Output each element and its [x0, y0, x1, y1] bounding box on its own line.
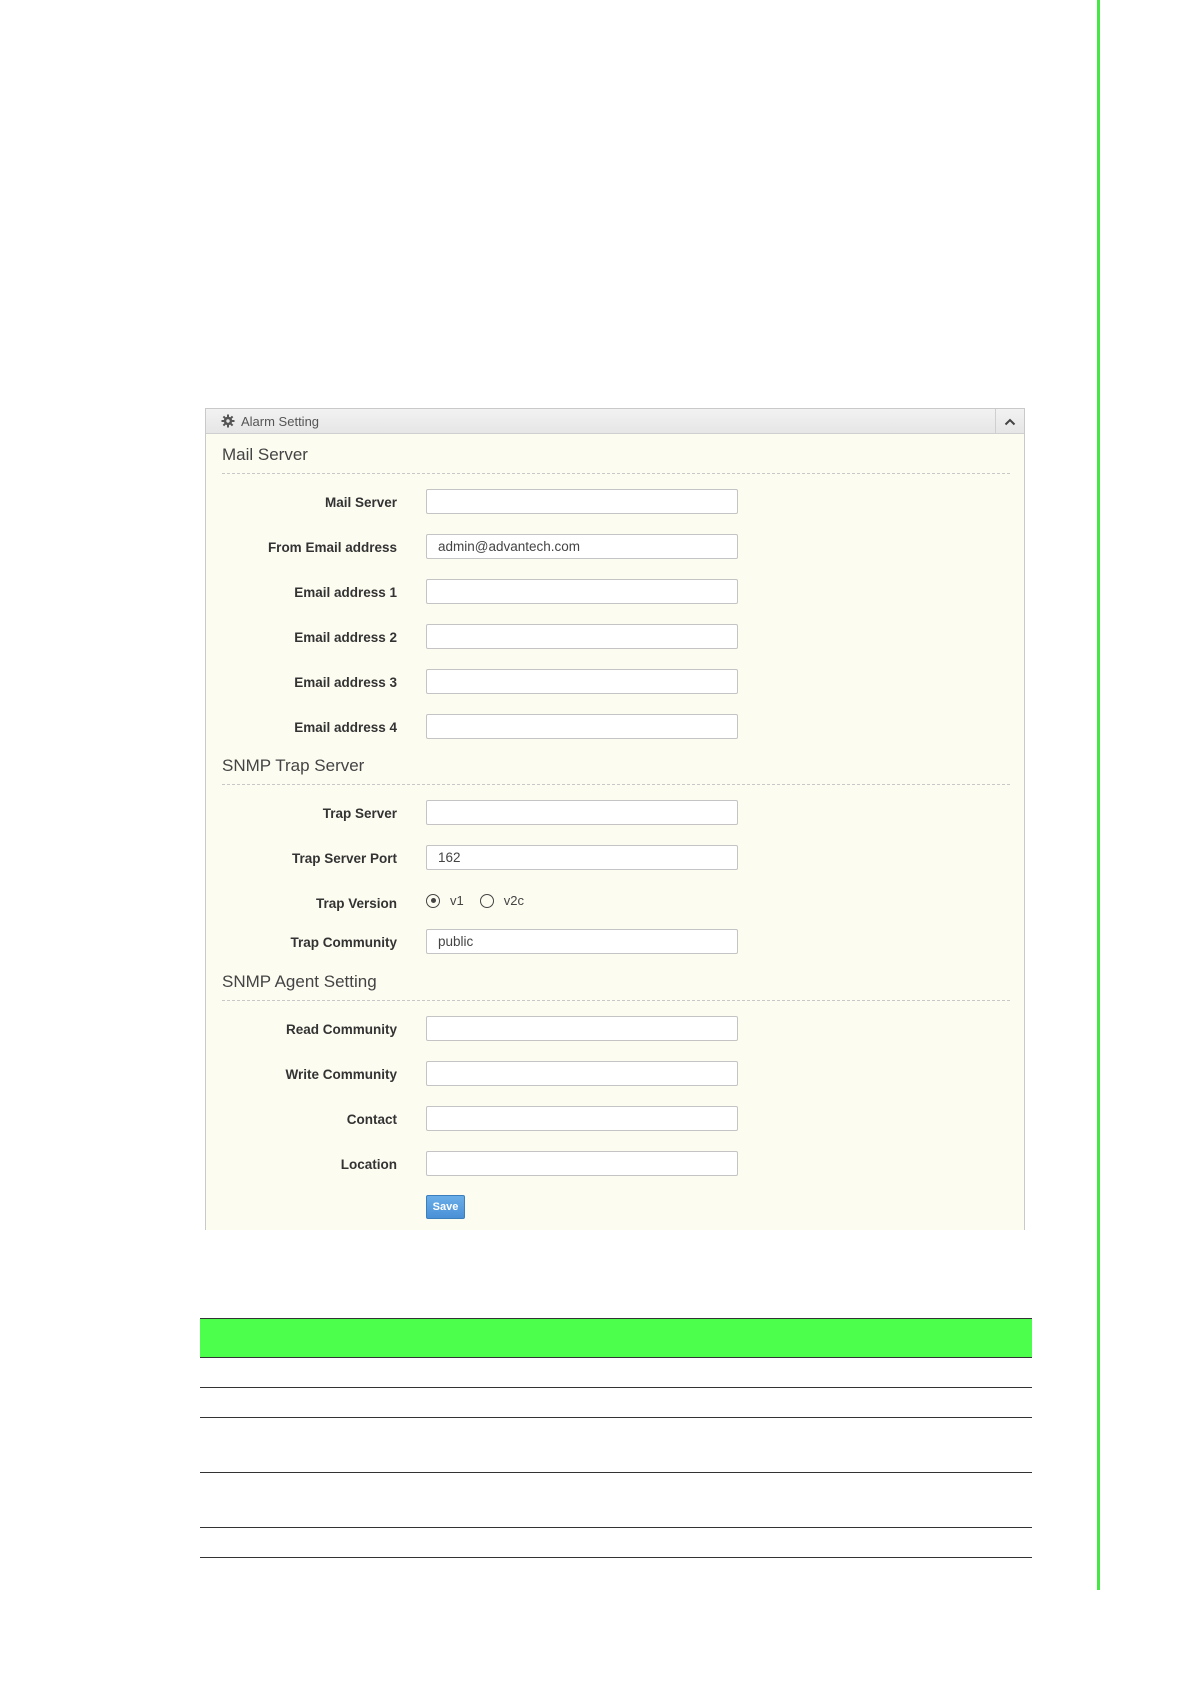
section-divider: [222, 473, 1010, 474]
mail-server-input[interactable]: [426, 489, 738, 514]
table-row: [200, 1358, 1032, 1388]
trap-server-port-input[interactable]: [426, 845, 738, 870]
description-table: [200, 1318, 1032, 1558]
table-row: [200, 1388, 1032, 1418]
label-email-address-2: Email address 2: [294, 630, 397, 645]
section-title-snmp-agent-setting: SNMP Agent Setting: [222, 972, 377, 991]
panel-title: Alarm Setting: [241, 413, 320, 429]
section-divider: [222, 784, 1010, 785]
write-community-input[interactable]: [426, 1061, 738, 1086]
gear-icon: [221, 414, 235, 428]
email-address-1-input[interactable]: [426, 579, 738, 604]
table-row: [200, 1418, 1032, 1473]
table-header: [200, 1318, 1032, 1358]
email-address-2-input[interactable]: [426, 624, 738, 649]
trap-community-input[interactable]: [426, 929, 738, 954]
section-divider: [222, 1000, 1010, 1001]
label-email-address-1: Email address 1: [294, 585, 397, 600]
trap-version-radio-group: v1 v2c: [426, 893, 540, 908]
label-trap-server-port: Trap Server Port: [291, 851, 397, 866]
trap-version-v1-label: v1: [450, 893, 464, 908]
label-email-address-3: Email address 3: [294, 675, 397, 690]
alarm-setting-panel: Alarm Setting Mail Server Mail Server Fr…: [205, 408, 1025, 1230]
chevron-up-icon: [1004, 414, 1016, 429]
save-button[interactable]: Save: [426, 1195, 465, 1219]
label-trap-server: Trap Server: [322, 806, 397, 821]
trap-server-input[interactable]: [426, 800, 738, 825]
trap-version-v2c-label: v2c: [503, 893, 524, 908]
label-from-email: From Email address: [267, 540, 397, 555]
section-title-mail-server: Mail Server: [222, 445, 308, 464]
from-email-input[interactable]: [426, 534, 738, 559]
label-trap-version: Trap Version: [315, 896, 397, 911]
table-row: [200, 1473, 1032, 1528]
email-address-4-input[interactable]: [426, 714, 738, 739]
location-input[interactable]: [426, 1151, 738, 1176]
section-title-snmp-trap-server: SNMP Trap Server: [222, 756, 365, 775]
label-contact: Contact: [346, 1112, 397, 1127]
page-edge-rule: [1097, 0, 1100, 1590]
label-write-community: Write Community: [285, 1067, 397, 1082]
label-read-community: Read Community: [285, 1022, 397, 1037]
read-community-input[interactable]: [426, 1016, 738, 1041]
collapse-button[interactable]: [995, 409, 1024, 433]
label-trap-community: Trap Community: [290, 935, 397, 950]
trap-version-v2c-radio[interactable]: [479, 893, 494, 908]
label-location: Location: [340, 1157, 397, 1172]
email-address-3-input[interactable]: [426, 669, 738, 694]
panel-header: Alarm Setting: [206, 409, 1024, 434]
contact-input[interactable]: [426, 1106, 738, 1131]
label-email-address-4: Email address 4: [294, 720, 397, 735]
trap-version-v1-radio[interactable]: [426, 893, 440, 908]
label-mail-server: Mail Server: [324, 495, 397, 510]
table-row: [200, 1528, 1032, 1558]
